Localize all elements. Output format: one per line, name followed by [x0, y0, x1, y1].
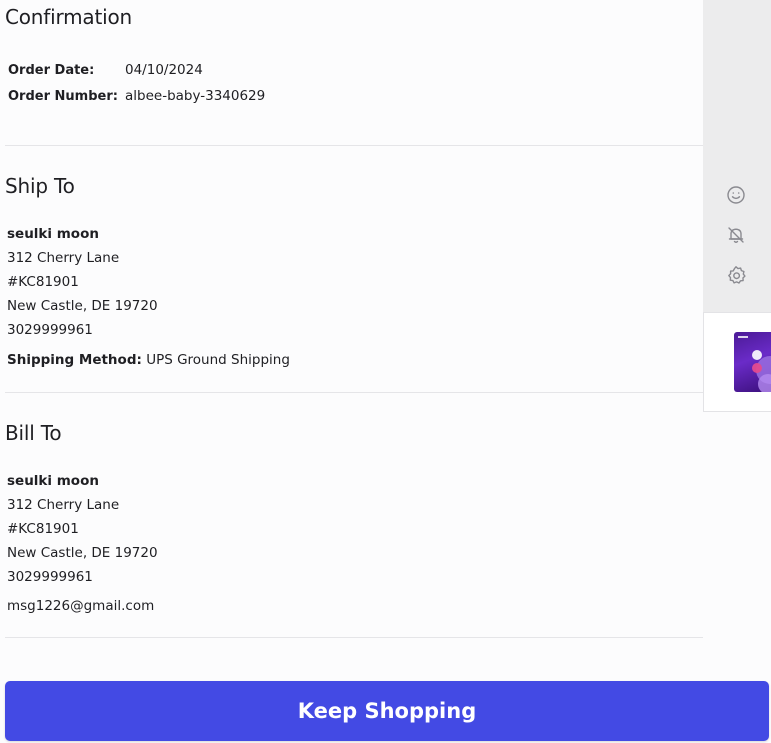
bill-to-city-state-zip: New Castle, DE 19720 — [7, 545, 158, 561]
ship-to-address: seulki moon 312 Cherry Lane #KC81901 New… — [7, 222, 158, 342]
order-date-label: Order Date: — [8, 62, 95, 78]
bill-to-address-line2: #KC81901 — [7, 521, 79, 537]
gear-icon[interactable] — [725, 264, 747, 286]
ship-to-name: seulki moon — [7, 226, 99, 242]
bill-to-email: msg1226@gmail.com — [7, 598, 155, 614]
page-title: Confirmation — [5, 5, 132, 29]
bell-off-icon[interactable] — [725, 224, 747, 246]
bill-to-address-line1: 312 Cherry Lane — [7, 497, 120, 513]
side-panel — [703, 0, 771, 313]
order-number-row: Order Number: albee-baby-3340629 — [8, 83, 265, 109]
ship-to-address-line2: #KC81901 — [7, 274, 79, 290]
bill-to-title: Bill To — [5, 421, 62, 445]
order-number-label: Order Number: — [8, 88, 118, 104]
order-date-value: 04/10/2024 — [125, 62, 203, 78]
divider — [5, 145, 703, 146]
product-thumbnail[interactable] — [734, 332, 771, 392]
keep-shopping-button[interactable]: Keep Shopping — [5, 681, 769, 741]
order-date-row: Order Date: 04/10/2024 — [8, 57, 265, 83]
shipping-method: Shipping Method: UPS Ground Shipping — [7, 352, 290, 368]
shipping-method-value: UPS Ground Shipping — [146, 352, 290, 368]
ship-to-address-line1: 312 Cherry Lane — [7, 250, 120, 266]
divider — [5, 392, 703, 393]
order-details: Order Date: 04/10/2024 Order Number: alb… — [8, 57, 265, 109]
ship-to-city-state-zip: New Castle, DE 19720 — [7, 298, 158, 314]
bill-to-phone: 3029999961 — [7, 569, 93, 585]
bill-to-address: seulki moon 312 Cherry Lane #KC81901 New… — [7, 469, 158, 589]
divider — [5, 637, 703, 638]
bill-to-name: seulki moon — [7, 473, 99, 489]
shipping-method-label: Shipping Method: — [7, 352, 142, 368]
order-number-value: albee-baby-3340629 — [125, 88, 266, 104]
smiley-icon[interactable] — [725, 184, 747, 206]
side-promo-card[interactable] — [703, 312, 771, 412]
ship-to-title: Ship To — [5, 174, 75, 198]
ship-to-phone: 3029999961 — [7, 322, 93, 338]
confirmation-page: Confirmation Order Date: 04/10/2024 Orde… — [0, 0, 703, 743]
